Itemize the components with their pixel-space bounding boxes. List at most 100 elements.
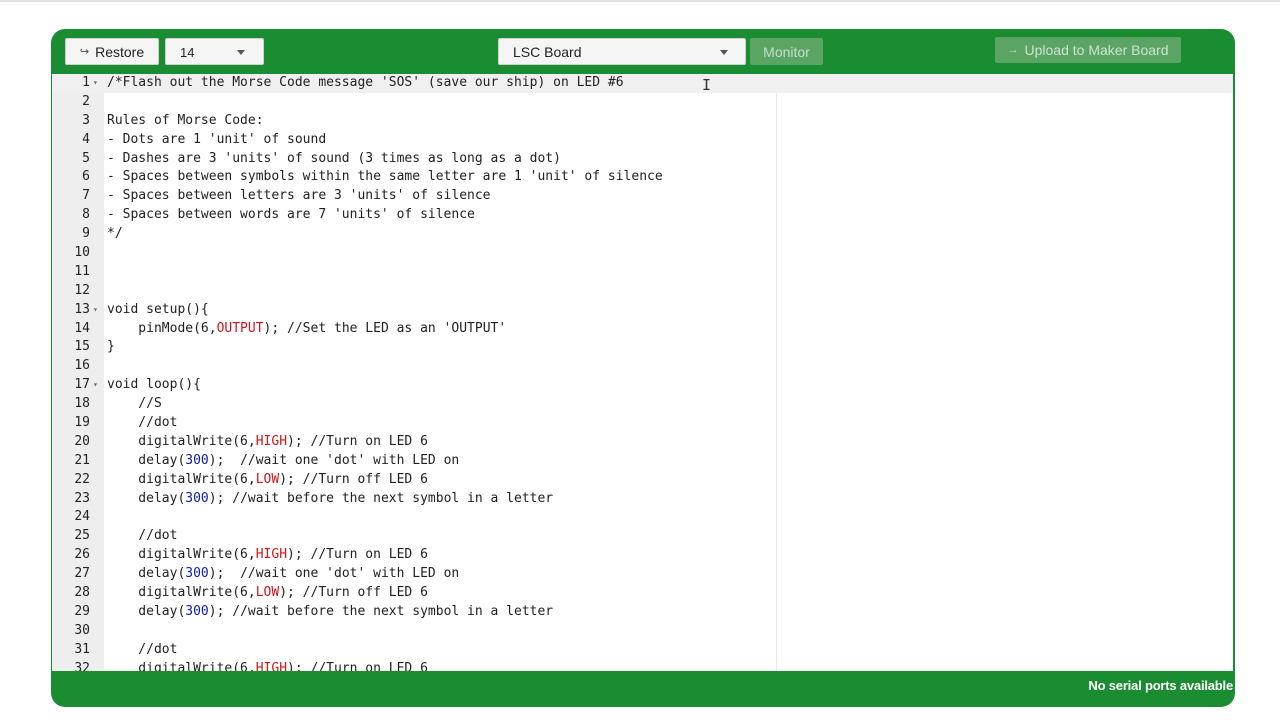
code-text: delay(300); //wait one 'dot' with LED on <box>107 452 459 471</box>
code-text: - Dashes are 3 'units' of sound (3 times… <box>107 150 561 169</box>
code-line[interactable]: 7 - Spaces between letters are 3 'units' … <box>52 187 1233 206</box>
fold-toggle-icon[interactable]: ▾ <box>93 376 98 395</box>
code-text: digitalWrite(6,LOW); //Turn off LED 6 <box>107 471 428 490</box>
code-token: ); //Turn on LED 6 <box>287 433 428 449</box>
code-token: - Spaces between symbols within the same… <box>107 169 663 185</box>
line-number: 11 <box>74 263 90 279</box>
code-text: digitalWrite(6,HIGH); //Turn on LED 6 <box>107 433 428 452</box>
code-token: void setup(){ <box>107 301 209 317</box>
number-token: 300 <box>185 566 209 582</box>
code-line[interactable]: 6 - Spaces between symbols within the sam… <box>52 168 1233 187</box>
line-number: 2 <box>82 93 90 109</box>
code-token: - Spaces between words are 7 'units' of … <box>107 207 475 223</box>
line-number: 23 <box>74 490 90 506</box>
code-line[interactable]: 29 delay(300); //wait before the next sy… <box>52 603 1233 622</box>
code-line[interactable]: 9 */ <box>52 225 1233 244</box>
code-line[interactable]: 27 delay(300); //wait one 'dot' with LED… <box>52 565 1233 584</box>
code-line[interactable]: 4 - Dots are 1 'unit' of sound <box>52 131 1233 150</box>
code-line[interactable]: 17 ▾ void loop(){ <box>52 376 1233 395</box>
code-line[interactable]: 26 digitalWrite(6,HIGH); //Turn on LED 6 <box>52 546 1233 565</box>
code-line[interactable]: 31 //dot <box>52 641 1233 660</box>
code-token: /*Flash out the Morse Code message 'SOS'… <box>107 75 624 90</box>
code-text: digitalWrite(6,HIGH); //Turn on LED 6 <box>107 660 428 671</box>
code-line[interactable]: 32 digitalWrite(6,HIGH); //Turn on LED 6 <box>52 660 1233 671</box>
code-line[interactable]: 13 ▾ void setup(){ <box>52 301 1233 320</box>
line-number: 8 <box>82 207 90 223</box>
fold-toggle-icon[interactable]: ▾ <box>93 301 98 320</box>
code-text: delay(300); //wait one 'dot' with LED on <box>107 565 459 584</box>
line-number: 4 <box>82 131 90 147</box>
code-line[interactable]: 11 <box>52 263 1233 282</box>
code-line[interactable]: 16 <box>52 357 1233 376</box>
code-text: /*Flash out the Morse Code message 'SOS'… <box>107 74 624 93</box>
code-token: ); //Turn on LED 6 <box>287 547 428 563</box>
constant-token: LOW <box>255 471 280 487</box>
line-number: 6 <box>82 169 90 185</box>
fold-toggle-icon[interactable]: ▾ <box>93 74 98 93</box>
code-line[interactable]: 24 <box>52 508 1233 527</box>
line-number: 20 <box>74 433 90 449</box>
code-token: digitalWrite(6, <box>107 471 256 487</box>
code-line[interactable]: 1 ▾ /*Flash out the Morse Code message 'SO… <box>52 74 1233 93</box>
upload-button[interactable]: → Upload to Maker Board <box>995 37 1181 63</box>
line-number: 10 <box>74 245 90 261</box>
code-token: delay( <box>107 566 186 582</box>
code-line[interactable]: 10 <box>52 244 1233 263</box>
code-line[interactable]: 2 <box>52 93 1233 112</box>
font-size-value: 14 <box>180 45 195 60</box>
line-number: 9 <box>82 226 90 242</box>
code-line[interactable]: 8 - Spaces between words are 7 'units' of… <box>52 206 1233 225</box>
window-top-border <box>0 0 1280 2</box>
line-number: 27 <box>74 566 90 582</box>
code-line[interactable]: 12 <box>52 282 1233 301</box>
monitor-button[interactable]: Monitor <box>750 38 823 65</box>
code-token: ); //Turn off LED 6 <box>279 471 428 487</box>
code-text: digitalWrite(6,HIGH); //Turn on LED 6 <box>107 546 428 565</box>
code-line[interactable]: 19 //dot <box>52 414 1233 433</box>
code-token: digitalWrite(6, <box>107 660 256 671</box>
code-text: //dot <box>107 527 177 546</box>
code-line[interactable]: 22 digitalWrite(6,LOW); //Turn off LED 6 <box>52 471 1233 490</box>
code-line[interactable]: 28 digitalWrite(6,LOW); //Turn off LED 6 <box>52 584 1233 603</box>
ide-frame: ↪ Restore 14 LSC Board Monitor → Upload … <box>51 29 1235 707</box>
code-line[interactable]: 30 <box>52 622 1233 641</box>
code-line[interactable]: 14 pinMode(6,OUTPUT); //Set the LED as a… <box>52 320 1233 339</box>
code-line[interactable]: 20 digitalWrite(6,HIGH); //Turn on LED 6 <box>52 433 1233 452</box>
code-editor[interactable]: 1 ▾/*Flash out the Morse Code message 'SO… <box>52 74 1233 671</box>
code-text: } <box>107 338 115 357</box>
line-number: 12 <box>74 282 90 298</box>
code-line[interactable]: 23 delay(300); //wait before the next sy… <box>52 490 1233 509</box>
code-line[interactable]: 5 - Dashes are 3 'units' of sound (3 time… <box>52 150 1233 169</box>
code-token: - Dots are 1 'unit' of sound <box>107 131 327 147</box>
line-number: 32 <box>74 660 90 671</box>
code-line[interactable]: 21 delay(300); //wait one 'dot' with LED… <box>52 452 1233 471</box>
code-line[interactable]: 15} <box>52 338 1233 357</box>
code-token: ); //wait before the next symbol in a le… <box>208 490 554 506</box>
code-token: //dot <box>107 641 178 657</box>
code-token: - Dashes are 3 'units' of sound (3 times… <box>107 150 561 166</box>
code-text: //dot <box>107 641 177 660</box>
restore-label: Restore <box>95 43 145 60</box>
code-line[interactable]: 25 //dot <box>52 527 1233 546</box>
arrow-right-icon: → <box>1007 44 1019 56</box>
line-number: 15 <box>74 339 90 355</box>
constant-token: HIGH <box>255 547 288 563</box>
line-number: 13 <box>74 301 90 317</box>
board-select[interactable]: LSC Board <box>498 38 746 65</box>
code-token: ); //wait one 'dot' with LED on <box>208 566 460 582</box>
number-token: 300 <box>185 603 209 619</box>
code-text: //S <box>107 395 162 414</box>
code-token: delay( <box>107 603 186 619</box>
line-number: 3 <box>82 112 90 128</box>
code-text: delay(300); //wait before the next symbo… <box>107 490 553 509</box>
code-line[interactable]: 18 //S <box>52 395 1233 414</box>
code-token: } <box>107 339 115 355</box>
line-number: 18 <box>74 396 90 412</box>
code-token: */ <box>107 226 123 242</box>
restore-button[interactable]: ↪ Restore <box>65 38 159 65</box>
font-size-select[interactable]: 14 <box>165 38 264 65</box>
code-text: Rules of Morse Code: <box>107 112 264 131</box>
code-text: */ <box>107 225 123 244</box>
code-text: - Spaces between symbols within the same… <box>107 168 663 187</box>
code-line[interactable]: 3 Rules of Morse Code: <box>52 112 1233 131</box>
